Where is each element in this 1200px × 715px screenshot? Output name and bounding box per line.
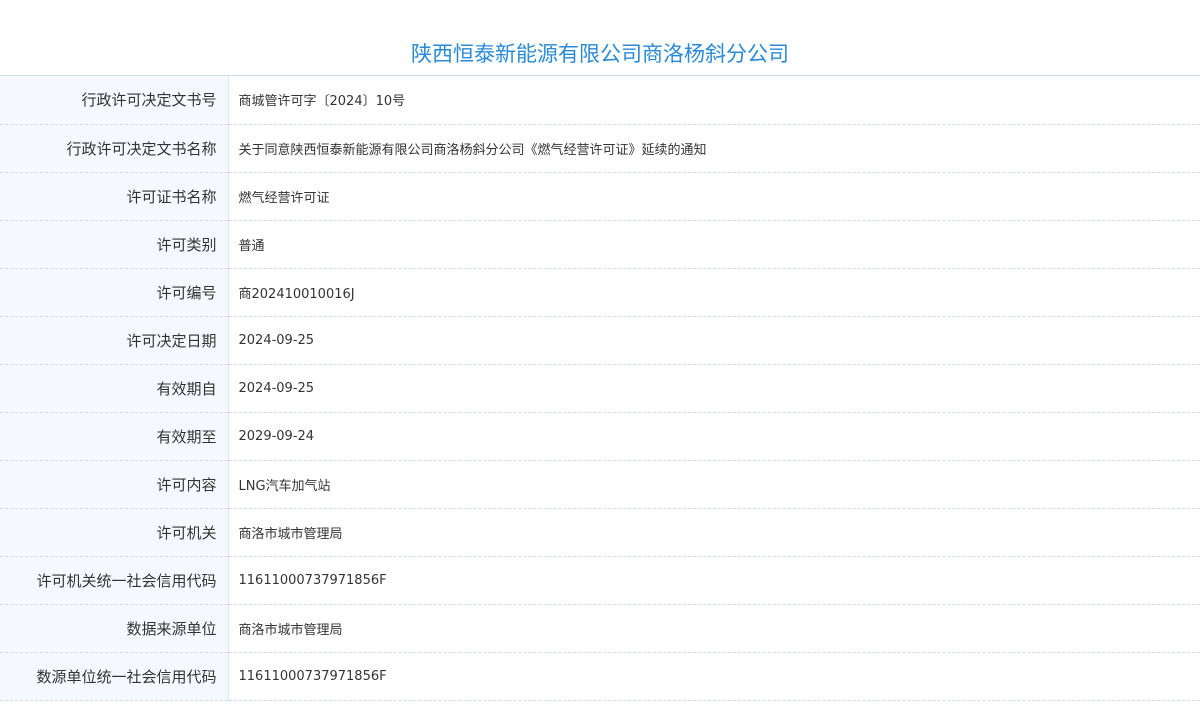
field-value-valid-to: 2029-09-24 — [228, 412, 1200, 461]
license-info-table: 行政许可决定文书号 商城管许可字〔2024〕10号 行政许可决定文书名称 关于同… — [0, 76, 1200, 701]
field-label-data-source-unit: 数据来源单位 — [0, 604, 229, 653]
field-label-source-unit-credit-code: 数源单位统一社会信用代码 — [0, 652, 229, 701]
table-row: 有效期自 2024-09-25 — [0, 364, 1200, 413]
field-label-authority-credit-code: 许可机关统一社会信用代码 — [0, 556, 229, 605]
table-row: 行政许可决定文书号 商城管许可字〔2024〕10号 — [0, 76, 1200, 125]
table-row: 许可决定日期 2024-09-25 — [0, 316, 1200, 365]
field-label-valid-to: 有效期至 — [0, 412, 229, 461]
license-detail-page: 陕西恒泰新能源有限公司商洛杨斜分公司 行政许可决定文书号 商城管许可字〔2024… — [0, 0, 1200, 715]
table-row: 许可机关 商洛市城市管理局 — [0, 508, 1200, 557]
table-row: 数据来源单位 商洛市城市管理局 — [0, 604, 1200, 653]
field-label-license-category: 许可类别 — [0, 220, 229, 269]
field-label-decision-doc-name: 行政许可决定文书名称 — [0, 124, 229, 173]
table-row: 许可类别 普通 — [0, 220, 1200, 269]
field-label-license-number: 许可编号 — [0, 268, 229, 317]
field-value-decision-date: 2024-09-25 — [228, 316, 1200, 365]
field-label-decision-date: 许可决定日期 — [0, 316, 229, 365]
field-label-valid-from: 有效期自 — [0, 364, 229, 413]
field-value-data-source-unit: 商洛市城市管理局 — [228, 604, 1200, 653]
field-value-authority-credit-code: 11611000737971856F — [228, 556, 1200, 605]
page-title: 陕西恒泰新能源有限公司商洛杨斜分公司 — [0, 0, 1200, 76]
field-value-source-unit-credit-code: 11611000737971856F — [228, 652, 1200, 701]
table-row: 许可证书名称 燃气经营许可证 — [0, 172, 1200, 221]
table-row: 许可机关统一社会信用代码 11611000737971856F — [0, 556, 1200, 605]
field-label-issuing-authority: 许可机关 — [0, 508, 229, 557]
table-row: 许可编号 商202410010016J — [0, 268, 1200, 317]
field-value-license-category: 普通 — [228, 220, 1200, 269]
field-label-license-content: 许可内容 — [0, 460, 229, 509]
table-row: 许可内容 LNG汽车加气站 — [0, 460, 1200, 509]
field-value-decision-doc-number: 商城管许可字〔2024〕10号 — [228, 76, 1200, 125]
field-label-decision-doc-number: 行政许可决定文书号 — [0, 76, 229, 125]
field-value-license-number: 商202410010016J — [228, 268, 1200, 317]
field-value-decision-doc-name: 关于同意陕西恒泰新能源有限公司商洛杨斜分公司《燃气经营许可证》延续的通知 — [228, 124, 1200, 173]
field-value-certificate-name: 燃气经营许可证 — [228, 172, 1200, 221]
table-row: 行政许可决定文书名称 关于同意陕西恒泰新能源有限公司商洛杨斜分公司《燃气经营许可… — [0, 124, 1200, 173]
table-row: 数源单位统一社会信用代码 11611000737971856F — [0, 652, 1200, 701]
field-value-issuing-authority: 商洛市城市管理局 — [228, 508, 1200, 557]
table-row: 有效期至 2029-09-24 — [0, 412, 1200, 461]
field-value-license-content: LNG汽车加气站 — [228, 460, 1200, 509]
field-label-certificate-name: 许可证书名称 — [0, 172, 229, 221]
field-value-valid-from: 2024-09-25 — [228, 364, 1200, 413]
